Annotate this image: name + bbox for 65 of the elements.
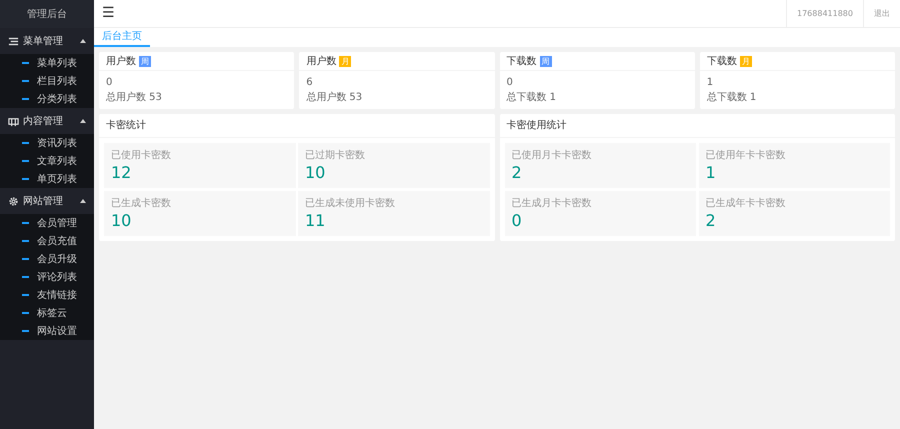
stat-value: 12 <box>111 163 132 183</box>
stat-label: 已生成月卡卡密数 <box>512 196 592 210</box>
sidebar-item[interactable]: 会员管理 <box>37 216 77 230</box>
stat-label: 已过期卡密数 <box>305 148 366 163</box>
sidebar-item[interactable]: 菜单列表 <box>37 56 77 70</box>
stat-value: 1 <box>706 163 717 183</box>
card-value: 0 <box>506 76 514 90</box>
card-title: 用户数 <box>106 54 136 68</box>
dash-icon <box>22 312 29 314</box>
dash-icon <box>22 98 29 100</box>
dash-icon <box>22 178 29 180</box>
card-value: 1 <box>706 76 714 90</box>
sidebar-item[interactable]: 栏目列表 <box>37 74 77 88</box>
card-value: 6 <box>306 76 314 90</box>
card-total: 总用户数 53 <box>106 90 163 105</box>
stat-label: 已使用月卡卡密数 <box>512 148 592 163</box>
stat-label: 已使用年卡卡密数 <box>706 148 786 163</box>
card-value: 0 <box>106 76 114 90</box>
dash-icon <box>22 80 29 82</box>
card-title: 下载数 <box>706 54 737 68</box>
card-title: 用户数 <box>306 54 336 68</box>
stat-value: 10 <box>111 210 132 230</box>
settings-icon <box>8 196 19 206</box>
menu-toggle[interactable]: ☰ <box>94 3 123 24</box>
card-total: 总下载数 1 <box>506 90 558 105</box>
dash-icon <box>22 142 29 144</box>
stat-value: 10 <box>305 163 326 183</box>
table-icon <box>8 116 19 126</box>
dash-icon <box>22 294 29 296</box>
stat-value: 2 <box>706 210 717 230</box>
stat-value: 11 <box>305 210 326 230</box>
sidebar-item[interactable]: 会员充值 <box>37 234 77 248</box>
dash-icon <box>22 222 29 224</box>
sidebar-title: 管理后台 <box>0 0 94 28</box>
sidebar-item[interactable]: 会员升级 <box>37 252 77 266</box>
panel-title: 卡密统计 <box>106 118 146 133</box>
card-total: 总下载数 1 <box>706 90 758 105</box>
dash-icon <box>22 258 29 260</box>
dash-icon <box>22 276 29 278</box>
stat-value: 0 <box>512 210 523 230</box>
sidebar-item[interactable]: 友情链接 <box>37 288 77 302</box>
stat-label: 已生成卡密数 <box>111 196 172 210</box>
period-badge: 月 <box>339 56 352 66</box>
dash-icon <box>22 240 29 242</box>
dash-icon <box>22 160 29 162</box>
card-title: 下载数 <box>506 54 536 68</box>
card-total: 总用户数 53 <box>306 90 364 105</box>
stat-value: 2 <box>512 163 523 183</box>
list-icon <box>8 36 19 46</box>
period-badge: 周 <box>139 56 151 66</box>
sidebar-item[interactable]: 标签云 <box>37 306 67 320</box>
dash-icon <box>22 62 29 64</box>
stat-label: 已生成未使用卡密数 <box>305 196 396 210</box>
stat-label: 已生成年卡卡密数 <box>706 196 786 210</box>
period-badge: 月 <box>740 56 752 66</box>
panel-title: 卡密使用统计 <box>506 118 566 133</box>
sidebar-item[interactable]: 评论列表 <box>37 270 77 284</box>
sidebar-item[interactable]: 分类列表 <box>37 92 77 106</box>
sidebar-item[interactable]: 单页列表 <box>37 172 77 186</box>
dash-icon <box>22 330 29 332</box>
sidebar-item[interactable]: 文章列表 <box>37 154 77 168</box>
sidebar-item[interactable]: 资讯列表 <box>37 136 77 150</box>
sidebar-item[interactable]: 网站设置 <box>37 324 77 338</box>
period-badge: 周 <box>540 56 552 66</box>
stat-label: 已使用卡密数 <box>111 148 172 163</box>
